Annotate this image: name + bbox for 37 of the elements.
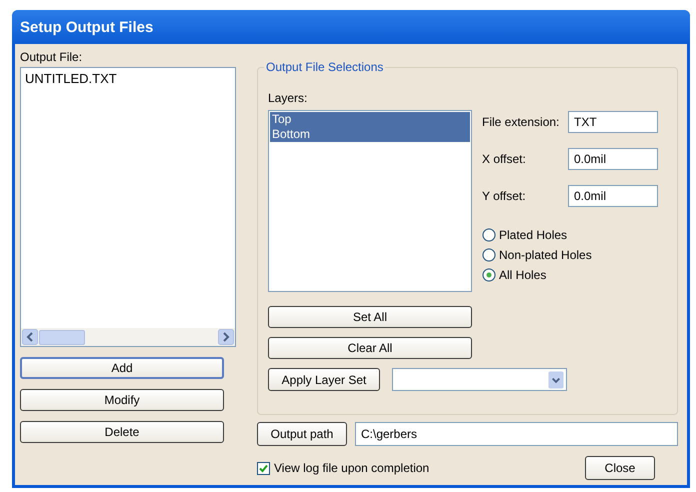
input-field[interactable]: 0.0mil bbox=[568, 185, 658, 207]
close-button[interactable]: Close bbox=[585, 456, 655, 480]
checkbox[interactable] bbox=[257, 462, 270, 474]
file-button[interactable]: Add bbox=[20, 357, 224, 379]
layer-button[interactable]: Set All bbox=[268, 306, 472, 328]
output-path-button[interactable]: Output path bbox=[257, 422, 347, 446]
file-button[interactable]: Modify bbox=[20, 389, 224, 411]
field-label: X offset: bbox=[482, 152, 527, 166]
file-button[interactable]: Delete bbox=[20, 421, 224, 443]
input-field[interactable]: 0.0mil bbox=[568, 148, 658, 170]
radio-label: Non-plated Holes bbox=[499, 248, 592, 262]
scroll-left-icon[interactable] bbox=[22, 329, 38, 345]
radio-label: Plated Holes bbox=[499, 228, 568, 242]
list-item[interactable]: UNTITLED.TXT bbox=[23, 71, 233, 86]
layer-set-dropdown[interactable] bbox=[392, 368, 567, 391]
output-path-field[interactable]: C:\gerbers bbox=[355, 422, 678, 446]
input-field[interactable]: TXT bbox=[568, 111, 658, 133]
group-title: Output File Selections bbox=[264, 60, 386, 74]
field-label: File extension: bbox=[482, 115, 560, 129]
scroll-right-icon[interactable] bbox=[218, 329, 234, 345]
scroll-thumb[interactable] bbox=[39, 330, 85, 344]
radio-button[interactable] bbox=[482, 268, 496, 282]
output-file-label: Output File: bbox=[20, 50, 84, 64]
apply-layer-set-button[interactable]: Apply Layer Set bbox=[268, 368, 380, 391]
radio-label: All Holes bbox=[499, 268, 546, 282]
layers-list[interactable]: Top Bottom bbox=[268, 110, 472, 292]
radio-button[interactable] bbox=[482, 228, 496, 242]
layers-label: Layers: bbox=[268, 91, 308, 105]
layer-item[interactable]: Top bbox=[270, 112, 470, 127]
output-file-list[interactable]: UNTITLED.TXT bbox=[20, 67, 236, 347]
checkbox-label: View log file upon completion bbox=[274, 461, 430, 475]
layer-button[interactable]: Clear All bbox=[268, 337, 472, 359]
layer-item[interactable]: Bottom bbox=[270, 127, 470, 142]
field-label: Y offset: bbox=[482, 189, 527, 203]
radio-button[interactable] bbox=[482, 248, 496, 262]
window-title: Setup Output Files bbox=[20, 18, 154, 36]
horizontal-scrollbar[interactable] bbox=[21, 328, 235, 346]
